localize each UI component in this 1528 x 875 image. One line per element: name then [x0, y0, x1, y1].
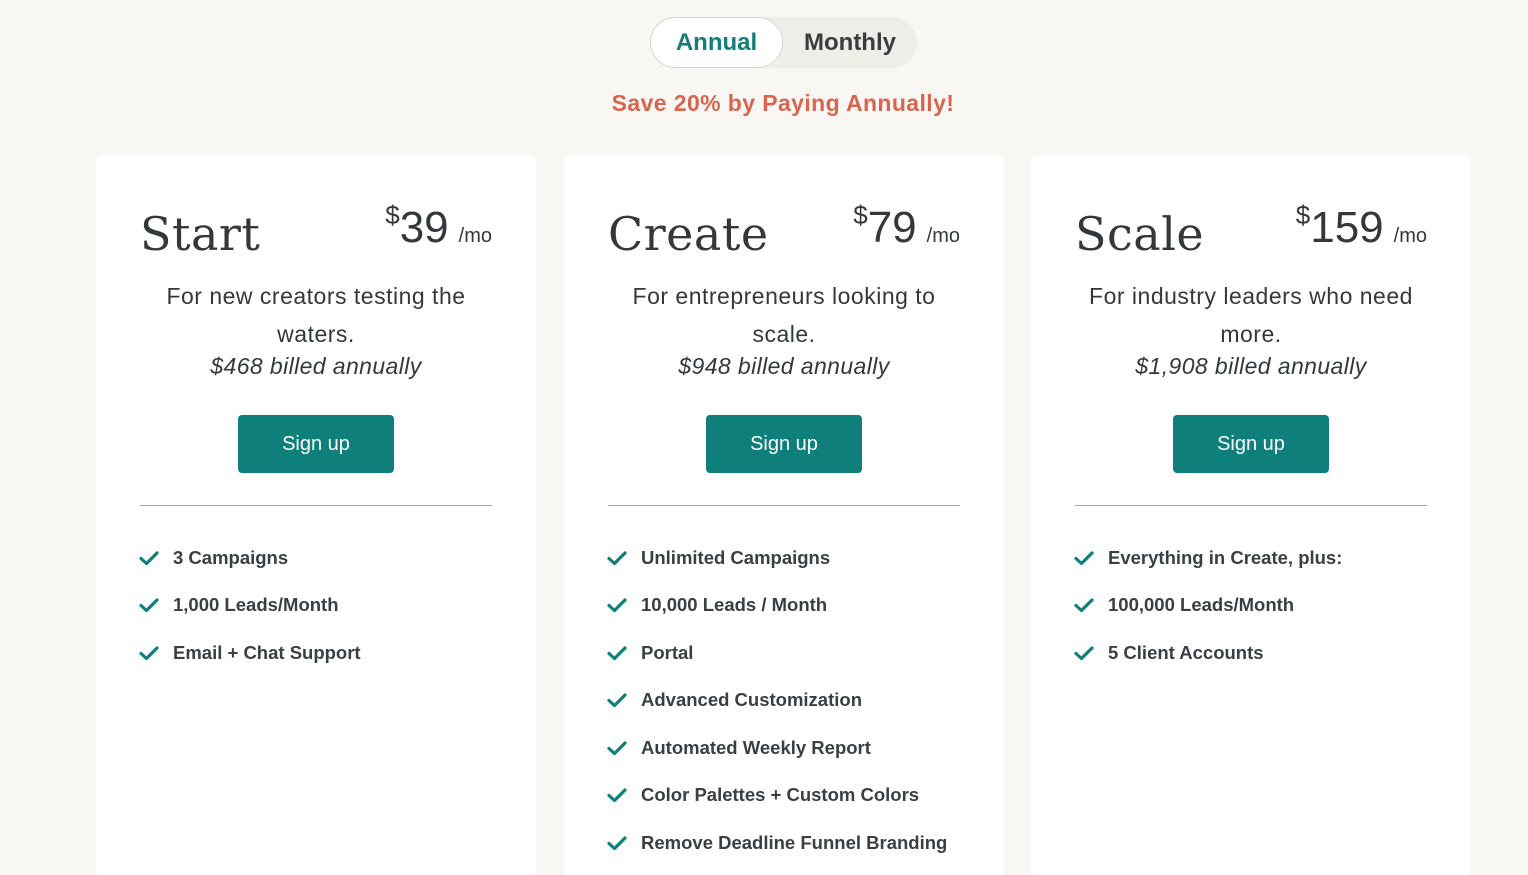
- billed-annually: $1,908 billed annually: [1135, 353, 1367, 379]
- billed-annually: $468 billed annually: [210, 353, 422, 379]
- feature-label: Everything in Create, plus:: [1108, 546, 1343, 568]
- check-icon: [606, 690, 628, 710]
- feature-list: 3 Campaigns 1,000 Leads/Month Email + Chat…: [138, 534, 516, 677]
- feature-item: Unlimited Campaigns: [606, 534, 984, 582]
- toggle-monthly[interactable]: Monthly: [783, 17, 917, 68]
- feature-item: 5 Client Accounts: [1073, 629, 1451, 677]
- plan-price: $ 79 /mo: [853, 200, 960, 253]
- sign-up-button[interactable]: Sign up: [238, 415, 394, 473]
- feature-item: Color Palettes + Custom Colors: [606, 772, 984, 820]
- check-icon: [1073, 643, 1095, 663]
- price-amount: 79: [867, 203, 917, 252]
- feature-list: Everything in Create, plus: 100,000 Leads…: [1073, 534, 1451, 677]
- plan-description: For industry leaders who need more.: [1089, 283, 1413, 347]
- feature-label: 10,000 Leads / Month: [641, 594, 828, 616]
- feature-item: 3 Campaigns: [138, 534, 516, 582]
- currency-symbol: $: [853, 200, 868, 230]
- check-icon: [606, 833, 628, 853]
- feature-label: 1,000 Leads/Month: [173, 594, 339, 616]
- billing-toggle: Annual Monthly: [650, 17, 917, 68]
- plan-name: Scale: [1075, 207, 1205, 261]
- plan-name: Create: [608, 207, 769, 261]
- billed-annually: $948 billed annually: [678, 353, 890, 379]
- feature-item: Remove Deadline Funnel Branding: [606, 819, 984, 867]
- feature-item: 10,000 Leads / Month: [606, 582, 984, 630]
- price-amount: 159: [1310, 203, 1384, 252]
- sign-up-button[interactable]: Sign up: [1173, 415, 1329, 473]
- check-icon: [606, 785, 628, 805]
- feature-list: Unlimited Campaigns 10,000 Leads / Month P…: [606, 534, 984, 867]
- divider: [140, 505, 492, 506]
- plan-price: $ 159 /mo: [1295, 200, 1427, 253]
- feature-item: Portal: [606, 629, 984, 677]
- currency-symbol: $: [385, 200, 400, 230]
- check-icon: [606, 595, 628, 615]
- plan-price: $ 39 /mo: [385, 200, 492, 253]
- check-icon: [606, 738, 628, 758]
- feature-label: Color Palettes + Custom Colors: [641, 784, 920, 806]
- feature-item: Advanced Customization: [606, 677, 984, 725]
- check-icon: [606, 643, 628, 663]
- feature-label: Remove Deadline Funnel Branding: [641, 831, 948, 853]
- feature-item: 100,000 Leads/Month: [1073, 582, 1451, 630]
- check-icon: [138, 548, 160, 568]
- feature-label: Portal: [641, 641, 694, 663]
- price-period: /mo: [926, 225, 960, 247]
- feature-item: Email + Chat Support: [138, 629, 516, 677]
- plan-description: For entrepreneurs looking to scale.: [632, 283, 936, 347]
- feature-label: Email + Chat Support: [173, 641, 361, 663]
- feature-label: 3 Campaigns: [173, 546, 289, 568]
- price-period: /mo: [1393, 225, 1427, 247]
- feature-item: Everything in Create, plus:: [1073, 534, 1451, 582]
- check-icon: [606, 548, 628, 568]
- divider: [1075, 505, 1427, 506]
- feature-label: Automated Weekly Report: [641, 736, 871, 758]
- divider: [608, 505, 960, 506]
- price-amount: 39: [399, 203, 449, 252]
- pricing-card-create: Create $ 79 /mo For entrepreneurs lookin…: [564, 155, 1004, 875]
- check-icon: [1073, 595, 1095, 615]
- currency-symbol: $: [1295, 200, 1311, 230]
- plan-name: Start: [140, 207, 261, 261]
- plan-description: For new creators testing the waters.: [166, 283, 466, 347]
- toggle-annual[interactable]: Annual: [650, 17, 783, 68]
- feature-label: 5 Client Accounts: [1108, 641, 1264, 663]
- pricing-card-start: Start $ 39 /mo For new creators testing …: [96, 155, 536, 875]
- check-icon: [138, 595, 160, 615]
- feature-label: Unlimited Campaigns: [641, 546, 831, 568]
- feature-label: 100,000 Leads/Month: [1108, 594, 1295, 616]
- check-icon: [138, 643, 160, 663]
- pricing-card-scale: Scale $ 159 /mo For industry leaders who…: [1031, 155, 1471, 875]
- feature-item: Automated Weekly Report: [606, 724, 984, 772]
- sign-up-button[interactable]: Sign up: [706, 415, 862, 473]
- feature-label: Advanced Customization: [641, 689, 862, 711]
- check-icon: [1073, 548, 1095, 568]
- feature-item: 1,000 Leads/Month: [138, 582, 516, 630]
- save-banner: Save 20% by Paying Annually!: [611, 90, 955, 116]
- price-period: /mo: [458, 225, 492, 247]
